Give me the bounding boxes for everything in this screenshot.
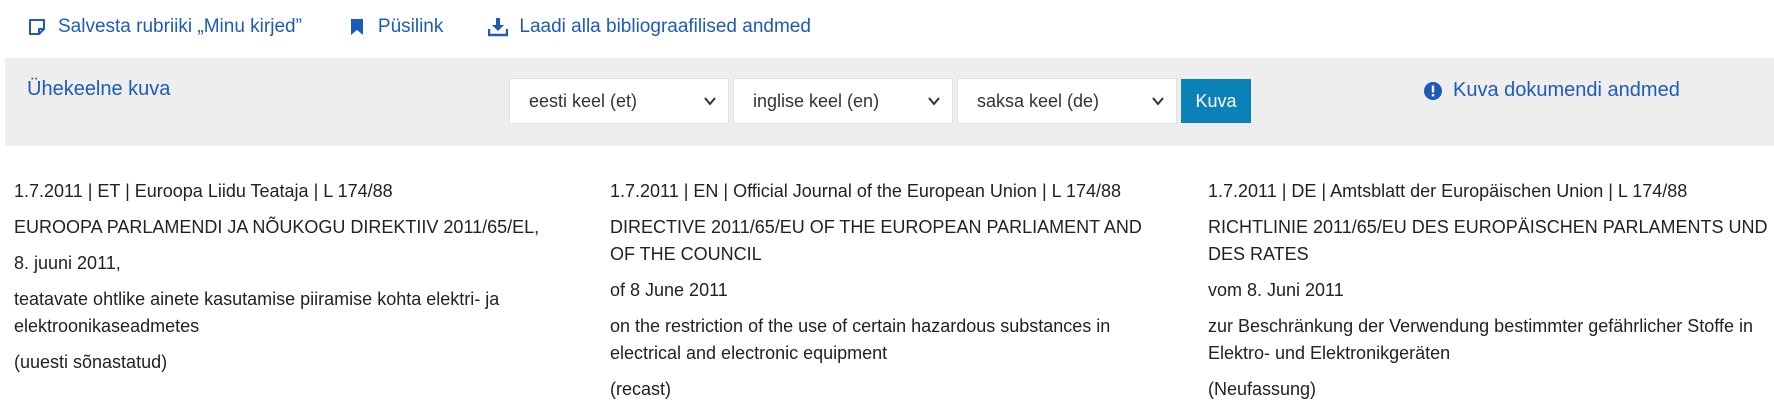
language-select-3-value: saksa keel (de) — [977, 90, 1100, 111]
page: Salvesta rubriiki „Minu kirjed” Püsilink… — [0, 0, 1774, 411]
column-title: DIRECTIVE 2011/65/EU OF THE EUROPEAN PAR… — [610, 217, 1142, 264]
column-date: vom 8. Juni 2011 — [1208, 280, 1344, 300]
show-button[interactable]: Kuva — [1181, 79, 1251, 123]
column-meta: 1.7.2011 | EN | Official Journal of the … — [610, 181, 1122, 201]
show-document-data-label: Kuva dokumendi andmed — [1453, 79, 1680, 101]
column-en: 1.7.2011 | EN | Official Journal of the … — [610, 178, 1170, 403]
language-select-1-value: eesti keel (et) — [529, 90, 638, 111]
column-de: 1.7.2011 | DE | Amtsblatt der Europäisch… — [1208, 178, 1768, 403]
download-bibliographic-data-label: Laadi alla bibliograafilised andmed — [519, 16, 811, 37]
parallel-text-columns: 1.7.2011 | ET | Euroopa Liidu Teataja | … — [14, 178, 1774, 411]
column-subject: on the restriction of the use of certain… — [610, 316, 1111, 363]
column-note: (recast) — [610, 379, 672, 399]
column-note: (uuesti sõnastatud) — [14, 352, 168, 372]
chevron-down-icon — [702, 93, 718, 109]
column-note: (Neufassung) — [1208, 379, 1317, 399]
show-document-data-link[interactable]: Kuva dokumendi andmed — [1423, 79, 1680, 102]
note-icon — [26, 16, 48, 38]
monolingual-view-link[interactable]: Ühekeelne kuva — [27, 78, 170, 101]
permalink-label: Püsilink — [377, 16, 444, 37]
column-title: EUROOPA PARLAMENDI JA NÕUKOGU DIREKTIIV … — [14, 217, 540, 237]
language-select-2-value: inglise keel (en) — [753, 90, 880, 111]
column-meta: 1.7.2011 | ET | Euroopa Liidu Teataja | … — [14, 181, 393, 201]
column-title: RICHTLINIE 2011/65/EU DES EUROPÄISCHEN P… — [1208, 217, 1768, 264]
column-subject: teatavate ohtlike ainete kasutamise piir… — [14, 289, 500, 336]
column-et: 1.7.2011 | ET | Euroopa Liidu Teataja | … — [14, 178, 574, 376]
save-to-my-items-label: Salvesta rubriiki „Minu kirjed” — [58, 16, 302, 37]
info-icon — [1423, 81, 1443, 101]
bookmark-icon — [346, 16, 368, 38]
column-meta: 1.7.2011 | DE | Amtsblatt der Europäisch… — [1208, 181, 1688, 201]
language-select-2[interactable]: inglise keel (en) — [733, 78, 953, 124]
chevron-down-icon — [1150, 93, 1166, 109]
language-toolbar: Ühekeelne kuva eesti keel (et) inglise k… — [5, 58, 1774, 146]
column-date: of 8 June 2011 — [610, 280, 728, 300]
download-bibliographic-data-link[interactable]: Laadi alla bibliograafilised andmed — [487, 16, 811, 38]
download-icon — [487, 16, 509, 38]
top-action-bar: Salvesta rubriiki „Minu kirjed” Püsilink… — [0, 0, 1774, 54]
language-select-1[interactable]: eesti keel (et) — [509, 78, 729, 124]
column-date: 8. juuni 2011, — [14, 253, 121, 273]
language-select-3[interactable]: saksa keel (de) — [957, 78, 1177, 124]
column-subject: zur Beschränkung der Verwendung bestimmt… — [1208, 316, 1753, 363]
permalink-link[interactable]: Püsilink — [346, 16, 443, 38]
chevron-down-icon — [926, 93, 942, 109]
save-to-my-items-link[interactable]: Salvesta rubriiki „Minu kirjed” — [26, 16, 302, 38]
